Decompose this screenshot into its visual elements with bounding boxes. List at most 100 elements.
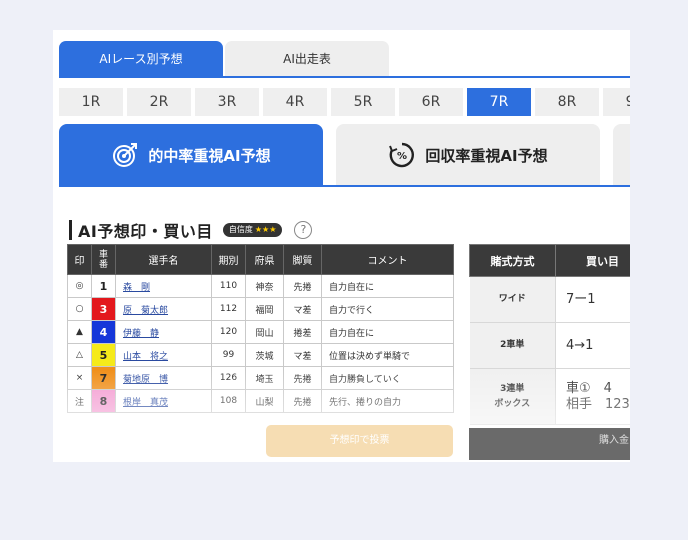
col-car-number: 車番	[91, 244, 116, 275]
bet-picks-cell: 車① 4 相手 123	[555, 368, 630, 425]
col-car-number-bottom: 番	[98, 259, 108, 270]
rider-name-link[interactable]: 森 剛	[115, 274, 212, 298]
col-bet-type: 賭式方式	[469, 244, 556, 277]
col-mark: 印	[67, 244, 92, 275]
term-cell: 112	[211, 297, 246, 321]
mode-underline	[59, 185, 630, 187]
table-row: △ 5 山本 将之 99 茨城 マ差 位置は決めず単騎で	[67, 343, 454, 367]
comment-cell: 自力自在に	[321, 274, 454, 298]
col-term: 期別	[211, 244, 246, 275]
term-cell: 120	[211, 320, 246, 344]
tab-ai-race-prediction[interactable]: AIレース別予想	[59, 41, 223, 77]
confidence-stars: ★★★	[254, 225, 277, 234]
car-number-cell: 5	[91, 343, 116, 367]
prefecture-cell: 神奈	[245, 274, 284, 298]
rider-name-link[interactable]: 菊地原 博	[115, 366, 212, 390]
bet-picks-cell: 7ー1	[555, 276, 630, 323]
bet-row: ワイド 7ー1	[469, 276, 630, 323]
prefecture-cell: 茨城	[245, 343, 284, 367]
rider-name-link[interactable]: 根岸 真茂	[115, 389, 212, 413]
race-tab-2r[interactable]: 2R	[127, 88, 191, 116]
race-tab-7r[interactable]: 7R	[467, 88, 531, 116]
tab-return-rate-mode[interactable]: % 回収率重視AI予想	[336, 124, 600, 186]
style-cell: 先捲	[283, 389, 322, 413]
mark-cell: ×	[67, 366, 92, 390]
bets-table: 賭式方式 買い目 ワイド 7ー1 2車単 4→1 3連単 ボックス 車① 4 相手 123	[469, 244, 630, 425]
confidence-badge: 自信度 ★★★	[222, 223, 283, 237]
comment-cell: 自力自在に	[321, 320, 454, 344]
style-cell: マ差	[283, 297, 322, 321]
section-heading: AI予想印・買い目 自信度 ★★★ ?	[69, 218, 313, 242]
tab-hit-rate-mode[interactable]: 的中率重視AI予想	[59, 124, 323, 186]
bets-header-row: 賭式方式 買い目	[469, 244, 630, 277]
term-cell: 126	[211, 366, 246, 390]
svg-text:%: %	[397, 151, 407, 162]
mark-cell: △	[67, 343, 92, 367]
race-tab-6r[interactable]: 6R	[399, 88, 463, 116]
rider-name-link[interactable]: 山本 将之	[115, 343, 212, 367]
term-cell: 99	[211, 343, 246, 367]
col-bet-picks: 買い目	[555, 244, 630, 277]
car-number-cell: 8	[91, 389, 116, 413]
purchase-amount-button[interactable]: 購入金	[469, 428, 630, 460]
comment-cell: 先行、捲りの自力	[321, 389, 454, 413]
rider-name-link[interactable]: 原 菊太郎	[115, 297, 212, 321]
race-tab-1r[interactable]: 1R	[59, 88, 123, 116]
term-cell: 110	[211, 274, 246, 298]
car-number-cell: 3	[91, 297, 116, 321]
bet-type-cell: 3連単 ボックス	[469, 368, 556, 425]
vote-with-marks-button[interactable]: 予想印で投票	[266, 425, 453, 457]
prefecture-cell: 山梨	[245, 389, 284, 413]
bet-type-cell: ワイド	[469, 276, 556, 323]
table-row: ○ 3 原 菊太郎 112 福岡 マ差 自力で行く	[67, 297, 454, 321]
table-row: 注 8 根岸 真茂 108 山梨 先捲 先行、捲りの自力	[67, 389, 454, 413]
bet-pick-line: 相手 123	[566, 396, 630, 412]
style-cell: 捲差	[283, 320, 322, 344]
col-style: 脚質	[283, 244, 322, 275]
style-cell: マ差	[283, 343, 322, 367]
bet-picks-cell: 4→1	[555, 322, 630, 369]
race-tab-9r[interactable]: 9R	[603, 88, 630, 116]
table-row: ◎ 1 森 剛 110 神奈 先捲 自力自在に	[67, 274, 454, 298]
col-prefecture: 府県	[245, 244, 284, 275]
confidence-label: 自信度	[228, 225, 253, 234]
col-comment: コメント	[321, 244, 454, 275]
race-tab-4r[interactable]: 4R	[263, 88, 327, 116]
percent-cycle-icon: %	[389, 142, 415, 168]
race-tab-3r[interactable]: 3R	[195, 88, 259, 116]
table-row: × 7 菊地原 博 126 埼玉 先捲 自力勝負していく	[67, 366, 454, 390]
hit-mode-label: 的中率重視AI予想	[148, 146, 271, 165]
comment-cell: 位置は決めず単騎で	[321, 343, 454, 367]
bet-row: 2車単 4→1	[469, 322, 630, 369]
tab-ai-entry-table[interactable]: AI出走表	[225, 41, 389, 77]
tab-underline	[59, 76, 630, 78]
prediction-header-row: 印 車番 選手名 期別 府県 脚質 コメント	[67, 244, 454, 275]
prediction-card: AIレース別予想 AI出走表 1R2R3R4R5R6R7R8R9R 的中率重視A…	[53, 30, 630, 462]
prefecture-cell: 埼玉	[245, 366, 284, 390]
car-number-cell: 7	[91, 366, 116, 390]
help-icon[interactable]: ?	[294, 221, 313, 239]
mark-cell: ◎	[67, 274, 92, 298]
mark-cell: 注	[67, 389, 92, 413]
target-icon	[113, 143, 138, 167]
bet-row: 3連単 ボックス 車① 4 相手 123	[469, 368, 630, 425]
comment-cell: 自力で行く	[321, 297, 454, 321]
race-selector: 1R2R3R4R5R6R7R8R9R	[59, 88, 630, 116]
prediction-table: 印 車番 選手名 期別 府県 脚質 コメント ◎ 1 森 剛 110 神奈 先捲 自力自在に…	[67, 244, 454, 413]
term-cell: 108	[211, 389, 246, 413]
table-row: ▲ 4 伊藤 静 120 岡山 捲差 自力自在に	[67, 320, 454, 344]
race-tab-5r[interactable]: 5R	[331, 88, 395, 116]
col-car-number-top: 車	[98, 249, 108, 260]
bet-pick-line: 7ー1	[566, 291, 596, 307]
mark-cell: ○	[67, 297, 92, 321]
tab-more-mode[interactable]	[613, 124, 630, 186]
section-title: AI予想印・買い目	[78, 222, 213, 241]
race-tab-8r[interactable]: 8R	[535, 88, 599, 116]
rider-name-link[interactable]: 伊藤 静	[115, 320, 212, 344]
style-cell: 先捲	[283, 366, 322, 390]
bet-pick-line: 4→1	[566, 337, 594, 353]
bet-type-cell: 2車単	[469, 322, 556, 369]
prefecture-cell: 岡山	[245, 320, 284, 344]
comment-cell: 自力勝負していく	[321, 366, 454, 390]
mark-cell: ▲	[67, 320, 92, 344]
